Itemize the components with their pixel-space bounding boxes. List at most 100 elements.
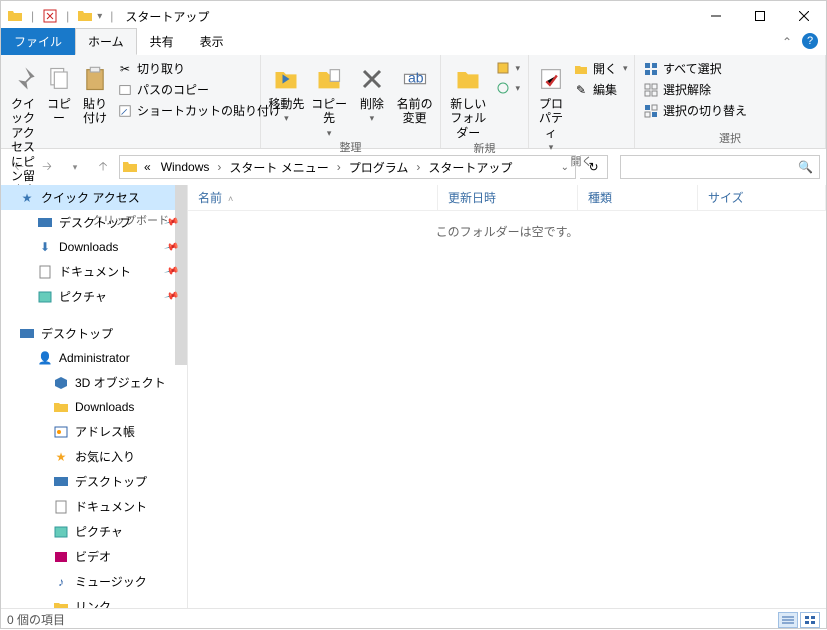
nav-desktop3[interactable]: デスクトップ [1, 469, 187, 494]
copy-button[interactable]: コピー [43, 59, 75, 126]
star-icon: ★ [19, 190, 35, 206]
sort-indicator-icon: ˄ [228, 194, 233, 204]
document-icon [53, 499, 69, 515]
copyto-icon [313, 63, 345, 95]
selectnone-button[interactable]: 選択解除 [641, 80, 749, 99]
nav-quickaccess[interactable]: ★クイック アクセス [1, 185, 187, 210]
crumb-startmenu[interactable]: スタート メニュー [225, 157, 332, 178]
picture-icon [53, 524, 69, 540]
minimize-button[interactable] [694, 1, 738, 31]
paste-button[interactable]: 貼り付け [79, 59, 111, 126]
breadcrumb[interactable]: « Windows スタート メニュー プログラム スタートアップ ⌄ [119, 155, 576, 179]
details-view-button[interactable] [778, 612, 798, 628]
search-box[interactable]: 🔍 [620, 155, 820, 179]
crumb-startup[interactable]: スタートアップ [424, 157, 516, 178]
ribbon-tabs: ファイル ホーム 共有 表示 ⌃ ? [1, 31, 826, 55]
selectnone-icon [643, 82, 659, 98]
moveto-button[interactable]: 移動先 ▾ [267, 59, 306, 124]
edit-button[interactable]: ✎編集 [571, 80, 630, 99]
download-icon: ⬇ [37, 239, 53, 255]
nav-pictures2[interactable]: ピクチャ [1, 519, 187, 544]
delete-button[interactable]: 削除 ▾ [353, 59, 392, 124]
window-title: スタートアップ [125, 8, 209, 25]
desktop-icon [37, 215, 53, 231]
selectall-button[interactable]: すべて選択 [641, 59, 749, 78]
address-folder-icon [122, 159, 138, 175]
navigation-pane[interactable]: ★クイック アクセス デスクトップ📌 ⬇Downloads📌 ドキュメント📌 ピ… [1, 185, 187, 608]
nav-desktop-root[interactable]: デスクトップ [1, 321, 187, 346]
tab-home[interactable]: ホーム [75, 28, 137, 55]
invert-icon [643, 103, 659, 119]
folder-icon [53, 399, 69, 415]
col-size[interactable]: サイズ [698, 185, 826, 210]
invertselection-button[interactable]: 選択の切り替え [641, 101, 749, 120]
nav-admin[interactable]: 👤Administrator [1, 346, 187, 370]
newitem-button[interactable]: ▾ [493, 59, 522, 77]
copyto-button[interactable]: コピー先 ▾ [310, 59, 349, 139]
cut-button[interactable]: ✂切り取り [115, 59, 283, 78]
nav-contacts[interactable]: アドレス帳 [1, 419, 187, 444]
copypath-button[interactable]: パスのコピー [115, 80, 283, 99]
nav-favorites[interactable]: ★お気に入り [1, 444, 187, 469]
pasteshortcut-button[interactable]: ショートカットの貼り付け [115, 101, 283, 120]
group-select-label: 選択 [635, 130, 825, 148]
folder-icon[interactable] [7, 8, 23, 24]
col-name[interactable]: 名前˄ [188, 185, 438, 210]
empty-folder-message: このフォルダーは空です。 [188, 211, 826, 252]
tab-share[interactable]: 共有 [137, 28, 187, 55]
forward-button[interactable]: 🡢 [35, 155, 59, 179]
back-button[interactable]: 🡠 [7, 155, 31, 179]
newfolder-button[interactable]: 新しい フォルダー [447, 59, 489, 140]
qat-dropdown-icon[interactable]: ▾ [97, 11, 102, 22]
nav-downloads2[interactable]: Downloads [1, 395, 187, 419]
help-icon[interactable]: ? [802, 33, 818, 49]
link-icon [53, 599, 69, 609]
user-icon: 👤 [37, 350, 53, 366]
collapse-ribbon-icon[interactable]: ⌃ [782, 35, 792, 49]
crumb-programs[interactable]: プログラム [345, 157, 413, 178]
copy-icon [43, 63, 75, 95]
address-dropdown-icon[interactable]: ⌄ [561, 162, 573, 173]
refresh-button[interactable]: ↻ [580, 155, 608, 179]
pin-icon [7, 63, 39, 95]
moveto-icon [270, 63, 302, 95]
col-date[interactable]: 更新日時 [438, 185, 578, 210]
newfolder-icon [452, 63, 484, 95]
close-button[interactable] [782, 1, 826, 31]
tab-view[interactable]: 表示 [187, 28, 237, 55]
open-button[interactable]: 開く▾ [571, 59, 630, 78]
crumb-prefix[interactable]: « [140, 158, 155, 176]
properties-button[interactable]: プロパティ ▾ [535, 59, 567, 153]
properties-icon [535, 63, 567, 95]
maximize-button[interactable] [738, 1, 782, 31]
column-headers: 名前˄ 更新日時 種類 サイズ [188, 185, 826, 211]
recent-dropdown[interactable]: ▾ [63, 155, 87, 179]
qat-properties-icon[interactable] [42, 8, 58, 24]
video-icon [53, 549, 69, 565]
newitem-icon [495, 60, 511, 76]
qat-newfolder-icon[interactable] [77, 8, 93, 24]
search-icon: 🔍 [798, 160, 813, 174]
nav-music[interactable]: ♪ミュージック [1, 569, 187, 594]
easyaccess-button[interactable]: ▾ [493, 79, 522, 97]
music-icon: ♪ [53, 574, 69, 590]
nav-downloads[interactable]: ⬇Downloads📌 [1, 235, 187, 259]
nav-documents2[interactable]: ドキュメント [1, 494, 187, 519]
status-bar: 0 個の項目 [1, 608, 826, 630]
up-button[interactable]: 🡡 [91, 155, 115, 179]
crumb-windows[interactable]: Windows [157, 158, 214, 176]
nav-video[interactable]: ビデオ [1, 544, 187, 569]
nav-documents[interactable]: ドキュメント📌 [1, 259, 187, 284]
nav-pictures[interactable]: ピクチャ📌 [1, 284, 187, 309]
nav-scrollbar[interactable] [175, 185, 187, 365]
rename-button[interactable]: ab 名前の 変更 [395, 59, 434, 126]
nav-links[interactable]: リンク [1, 594, 187, 608]
nav-3dobjects[interactable]: 3D オブジェクト [1, 370, 187, 395]
icons-view-button[interactable] [800, 612, 820, 628]
tab-file[interactable]: ファイル [1, 28, 75, 55]
nav-desktop[interactable]: デスクトップ📌 [1, 210, 187, 235]
search-input[interactable] [625, 160, 815, 174]
col-type[interactable]: 種類 [578, 185, 698, 210]
content-pane[interactable]: 名前˄ 更新日時 種類 サイズ このフォルダーは空です。 [187, 185, 826, 608]
svg-text:ab: ab [408, 70, 424, 86]
